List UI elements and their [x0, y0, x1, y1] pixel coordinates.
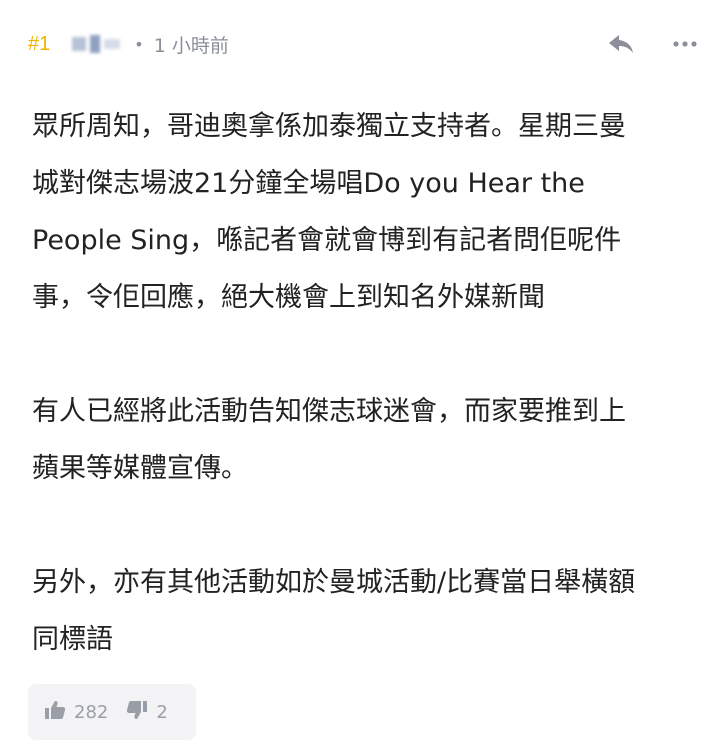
reply-arrow-icon[interactable]: [607, 33, 635, 55]
post-content: 眾所周知，哥迪奧拿係加泰獨立支持者。星期三曼 城對傑志場波21分鐘全場唱Do y…: [32, 98, 692, 668]
thumbs-down-icon: [126, 700, 148, 725]
post-actions: [607, 33, 697, 55]
dislike-button[interactable]: 2: [126, 700, 168, 725]
post-time: 1 小時前: [153, 34, 229, 57]
more-dots-icon[interactable]: [673, 40, 697, 48]
post-paragraph: 眾所周知，哥迪奧拿係加泰獨立支持者。星期三曼 城對傑志場波21分鐘全場唱Do y…: [32, 111, 626, 313]
post-paragraph: 另外，亦有其他活動如於曼城活動/比賽當日舉橫額 同標語: [32, 567, 636, 655]
username-blurred[interactable]: [72, 35, 121, 53]
like-button[interactable]: 282: [44, 700, 108, 725]
post-header: #1 • 1 小時前: [28, 28, 697, 60]
like-count: 282: [74, 701, 109, 723]
thumbs-up-icon: [44, 700, 66, 725]
post-paragraph: 有人已經將此活動告知傑志球迷會，而家要推到上 蘋果等媒體宣傳。: [32, 396, 626, 484]
post-number[interactable]: #1: [28, 33, 50, 56]
dislike-count: 2: [156, 701, 168, 723]
meta-separator: •: [134, 34, 144, 54]
vote-bar: 282 2: [28, 684, 196, 740]
